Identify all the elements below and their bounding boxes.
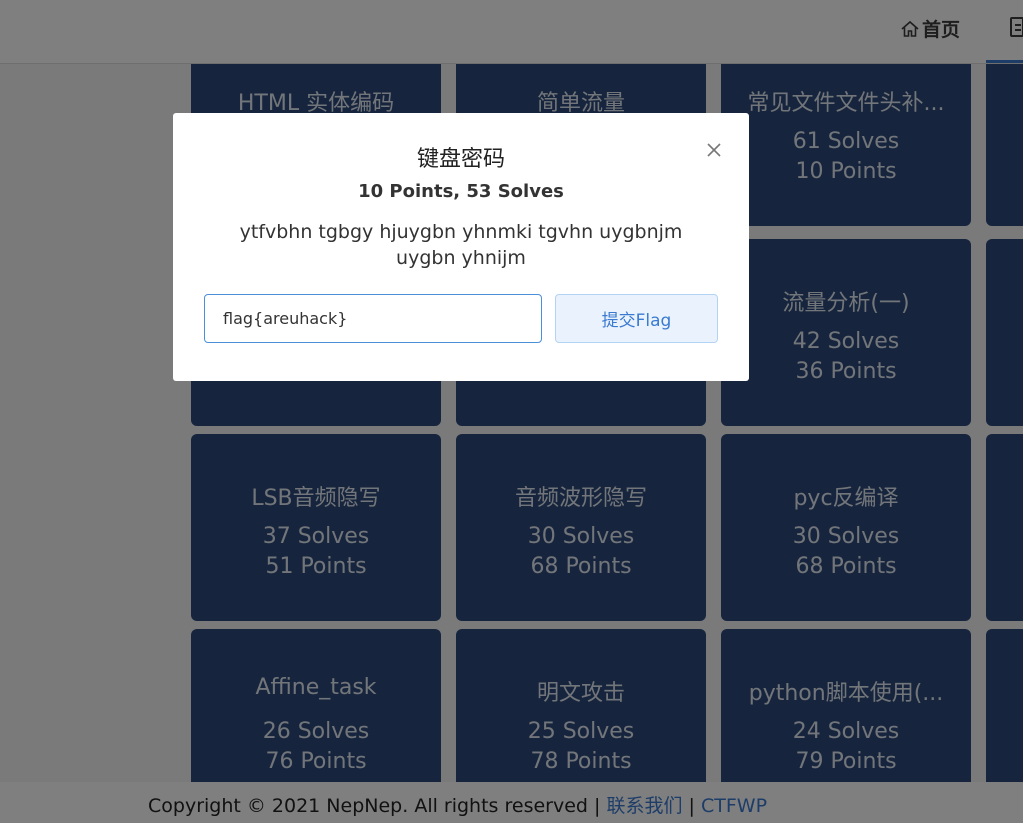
modal-title: 键盘密码 <box>416 147 505 172</box>
challenge-meta: 10 Points, 53 Solves <box>358 181 564 202</box>
flag-input[interactable] <box>204 294 542 343</box>
close-icon[interactable] <box>703 139 725 161</box>
challenge-modal: 键盘密码 10 Points, 53 Solves ytfvbhn tgbgy … <box>173 113 749 381</box>
submit-flag-button[interactable]: 提交Flag <box>555 294 718 343</box>
challenge-description: ytfvbhn tgbgy hjuygbn yhnmki tgvhn uygbn… <box>239 221 683 269</box>
